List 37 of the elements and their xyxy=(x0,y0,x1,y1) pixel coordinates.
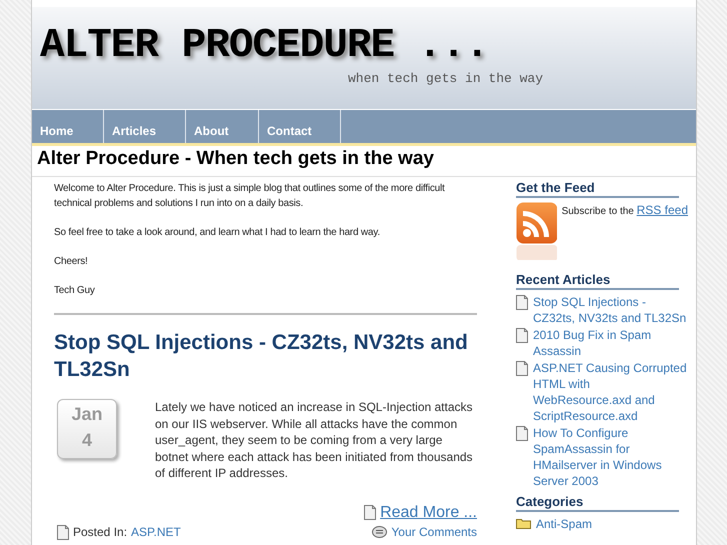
document-icon xyxy=(516,361,528,376)
intro-paragraph: Tech Guy xyxy=(54,284,96,298)
site-tagline: when tech gets in the way xyxy=(348,71,544,86)
sidebar-heading: Categories xyxy=(516,494,679,512)
page-heading: Alter Procedure - When tech gets in the way xyxy=(37,148,435,170)
document-icon xyxy=(516,295,528,310)
rss-icon[interactable] xyxy=(516,202,557,260)
sidebar-link[interactable]: How To Configure SpamAssassin for HMailserver in Windows Server 2003 xyxy=(533,425,688,489)
document-icon xyxy=(57,524,69,540)
sidebar-link[interactable]: Anti-Spam xyxy=(536,516,592,532)
speech-bubble-icon xyxy=(372,526,388,538)
sidebar-heading: Get the Feed xyxy=(516,180,679,198)
folder-icon xyxy=(516,517,531,529)
post-title[interactable]: Stop SQL Injections - CZ32ts, NV32ts and TL32Sn xyxy=(54,329,477,383)
intro-paragraph: Cheers! xyxy=(54,255,89,269)
date-badge: Jan 4 xyxy=(57,399,117,459)
feed-text: Subscribe to the RSS feed xyxy=(562,203,688,217)
category-link[interactable]: ASP.NET xyxy=(131,525,181,539)
nav-tab[interactable]: Contact xyxy=(259,110,341,143)
rss-feed-link[interactable]: RSS feed xyxy=(636,203,688,217)
nav-tab[interactable]: Home xyxy=(32,110,104,143)
document-icon xyxy=(516,328,528,343)
post-excerpt: Lately we have noticed an increase in SQL-Injection attacks on our IIS webserver. While all attacks have the common user_agent, they seem to be coming from a very large botnet where each attack has been initiated from thousands of different IP addresses. xyxy=(155,399,474,482)
intro-paragraph: So feel free to take a look around, and learn what I had to learn the hard way. xyxy=(54,226,381,240)
comments-link[interactable]: Your Comments xyxy=(391,525,477,539)
sidebar-link[interactable]: Stop SQL Injections - CZ32ts, NV32ts and TL32Sn xyxy=(533,294,688,326)
read-more-link[interactable]: Read More ... xyxy=(380,504,477,522)
nav-tab[interactable]: Articles xyxy=(104,110,186,143)
nav-tab[interactable]: About xyxy=(186,110,259,143)
site-title: ALTER PROCEDURE ... xyxy=(40,23,488,69)
document-icon xyxy=(516,426,528,441)
sidebar-link[interactable]: ASP.NET Causing Corrupted HTML with WebResource.axd and ScriptResource.axd xyxy=(533,360,688,424)
sidebar-heading: Recent Articles xyxy=(516,272,679,290)
document-icon xyxy=(364,505,376,520)
intro-paragraph: Welcome to Alter Procedure. This is just a simple blog that outlines some of the more difficult technical problems and solutions I run into on a daily basis. xyxy=(54,182,446,211)
posted-in-label: Posted In: xyxy=(73,525,128,539)
sidebar-link[interactable]: 2010 Bug Fix in Spam Assassin xyxy=(533,327,688,359)
